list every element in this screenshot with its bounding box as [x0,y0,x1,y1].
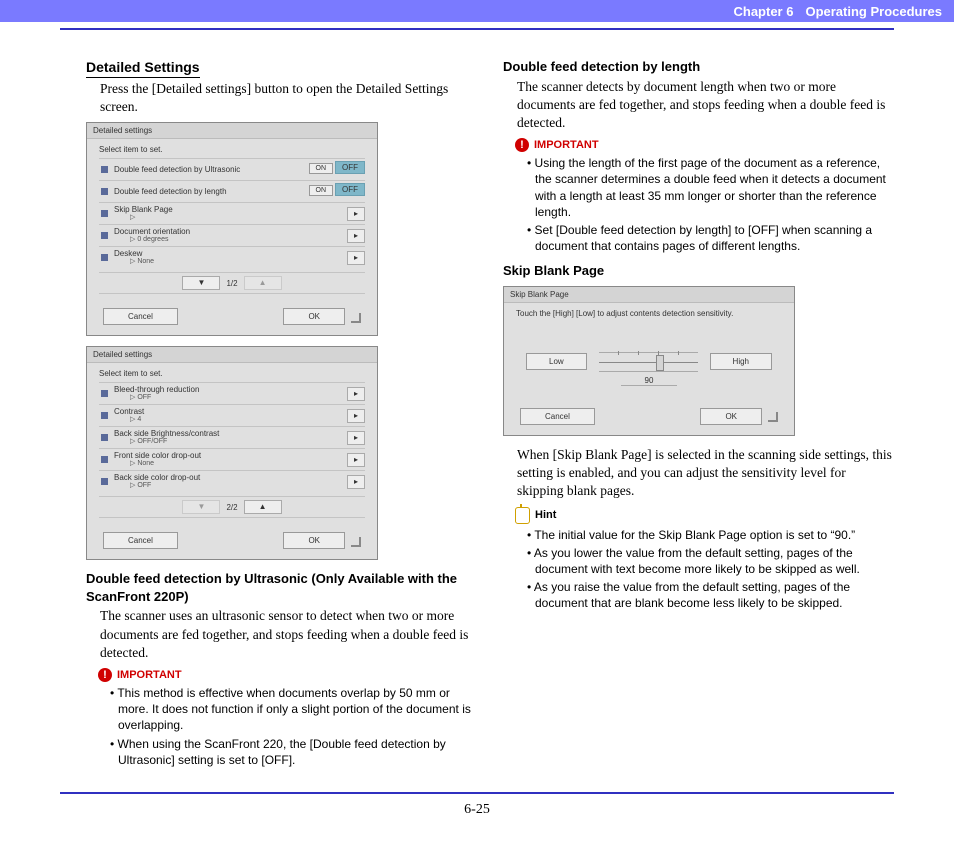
row-deskew[interactable]: Deskew▷ None▸ [99,246,365,268]
hint-bullets: The initial value for the Skip Blank Pag… [517,527,894,612]
detailed-settings-intro: Press the [Detailed settings] button to … [100,80,477,116]
page-number: 6-25 [0,802,954,818]
hint-label: Hint [535,509,556,521]
bullet-icon [101,254,108,261]
disclosure-arrow-icon[interactable]: ▸ [347,229,365,243]
bullet-icon [101,478,108,485]
row-bleedthrough[interactable]: Bleed-through reduction▷ OFF▸ [99,382,365,404]
manual-page: Chapter 6 Operating Procedures Detailed … [0,0,954,848]
on-off-toggle[interactable]: ONOFF [307,183,366,200]
heading-length: Double feed detection by length [503,58,894,76]
resize-grip-icon [349,311,361,323]
page-down-button: ▼ [182,500,220,514]
bullet: Set [Double feed detection by length] to… [527,222,894,254]
ok-button[interactable]: OK [700,408,762,425]
important-label: IMPORTANT [117,669,182,681]
screenshot-detailed-settings-1: Detailed settings Select item to set. Do… [86,122,378,336]
dialog-prompt: Select item to set. [99,145,365,154]
bullet-icon [101,232,108,239]
dialog-prompt: Select item to set. [99,369,365,378]
cancel-button[interactable]: Cancel [103,532,178,549]
slider-thumb-icon[interactable] [656,355,664,371]
bullet-icon [101,412,108,419]
pager: ▼ 1/2 ▲ [99,272,365,294]
page-indicator: 1/2 [226,279,237,288]
bullet-icon [101,188,108,195]
dialog-title: Skip Blank Page [504,287,794,303]
ultrasonic-body: The scanner uses an ultrasonic sensor to… [100,607,477,662]
important-bullets: This method is effective when documents … [100,685,477,768]
important-callout: ! IMPORTANT [98,668,477,682]
disclosure-arrow-icon[interactable]: ▸ [347,453,365,467]
important-bullets: Using the length of the first page of th… [517,155,894,254]
cancel-button[interactable]: Cancel [520,408,595,425]
screenshot-detailed-settings-2: Detailed settings Select item to set. Bl… [86,346,378,560]
bullet: When using the ScanFront 220, the [Doubl… [110,736,477,768]
disclosure-arrow-icon[interactable]: ▸ [347,409,365,423]
ok-button[interactable]: OK [283,308,345,325]
bullet: This method is effective when documents … [110,685,477,734]
slider-track[interactable] [599,352,698,372]
bullet-icon [101,166,108,173]
bottom-rule [60,792,894,794]
disclosure-arrow-icon[interactable]: ▸ [347,251,365,265]
row-orientation[interactable]: Document orientation▷ 0 degrees▸ [99,224,365,246]
bullet: As you lower the value from the default … [527,545,894,577]
chapter-title: Operating Procedures [805,4,942,19]
screenshot-skip-blank: Skip Blank Page Touch the [High] [Low] t… [503,286,795,436]
bullet-icon [101,210,108,217]
slider-value: 90 [621,376,678,386]
row-back-brightness[interactable]: Back side Brightness/contrast▷ OFF/OFF▸ [99,426,365,448]
page-indicator: 2/2 [226,503,237,512]
disclosure-arrow-icon[interactable]: ▸ [347,431,365,445]
on-off-toggle[interactable]: ONOFF [307,161,366,178]
right-column: Double feed detection by length The scan… [517,58,894,774]
bullet-icon [101,456,108,463]
bullet-icon [101,390,108,397]
bullet: Using the length of the first page of th… [527,155,894,220]
ok-button[interactable]: OK [283,532,345,549]
page-up-button[interactable]: ▲ [244,500,282,514]
sensitivity-slider[interactable]: Low High [526,352,772,372]
resize-grip-icon [349,535,361,547]
important-icon: ! [98,668,112,682]
hint-callout: Hint [515,507,894,524]
row-front-dropout[interactable]: Front side color drop-out▷ None▸ [99,448,365,470]
heading-ultrasonic: Double feed detection by Ultrasonic (Onl… [86,570,477,605]
length-body: The scanner detects by document length w… [517,78,894,133]
pager: ▼ 2/2 ▲ [99,496,365,518]
heading-detailed-settings: Detailed Settings [86,58,200,78]
row-skip-blank[interactable]: Skip Blank Page▷▸ [99,202,365,224]
important-icon: ! [515,138,529,152]
page-up-button: ▲ [244,276,282,290]
chapter-header-band: Chapter 6 Operating Procedures [0,0,954,22]
row-length[interactable]: Double feed detection by lengthONOFF [99,180,365,202]
hint-icon [515,507,530,524]
row-back-dropout[interactable]: Back side color drop-out▷ OFF▸ [99,470,365,492]
high-button[interactable]: High [710,353,772,370]
disclosure-arrow-icon[interactable]: ▸ [347,387,365,401]
disclosure-arrow-icon[interactable]: ▸ [347,475,365,489]
resize-grip-icon [766,410,778,422]
bullet: The initial value for the Skip Blank Pag… [527,527,894,543]
bullet: As you raise the value from the default … [527,579,894,611]
dialog-title: Detailed settings [87,347,377,363]
skip-blank-body: When [Skip Blank Page] is selected in th… [517,446,894,501]
dialog-title: Detailed settings [87,123,377,139]
left-column: Detailed Settings Press the [Detailed se… [100,58,477,774]
disclosure-arrow-icon[interactable]: ▸ [347,207,365,221]
page-down-button[interactable]: ▼ [182,276,220,290]
cancel-button[interactable]: Cancel [103,308,178,325]
important-callout: ! IMPORTANT [515,138,894,152]
dialog-message: Touch the [High] [Low] to adjust content… [516,309,782,318]
bullet-icon [101,434,108,441]
heading-skip-blank: Skip Blank Page [503,262,894,280]
row-contrast[interactable]: Contrast▷ 4▸ [99,404,365,426]
chapter-number: Chapter 6 [733,4,793,19]
row-ultrasonic[interactable]: Double feed detection by UltrasonicONOFF [99,158,365,180]
low-button[interactable]: Low [526,353,587,370]
important-label: IMPORTANT [534,139,599,151]
